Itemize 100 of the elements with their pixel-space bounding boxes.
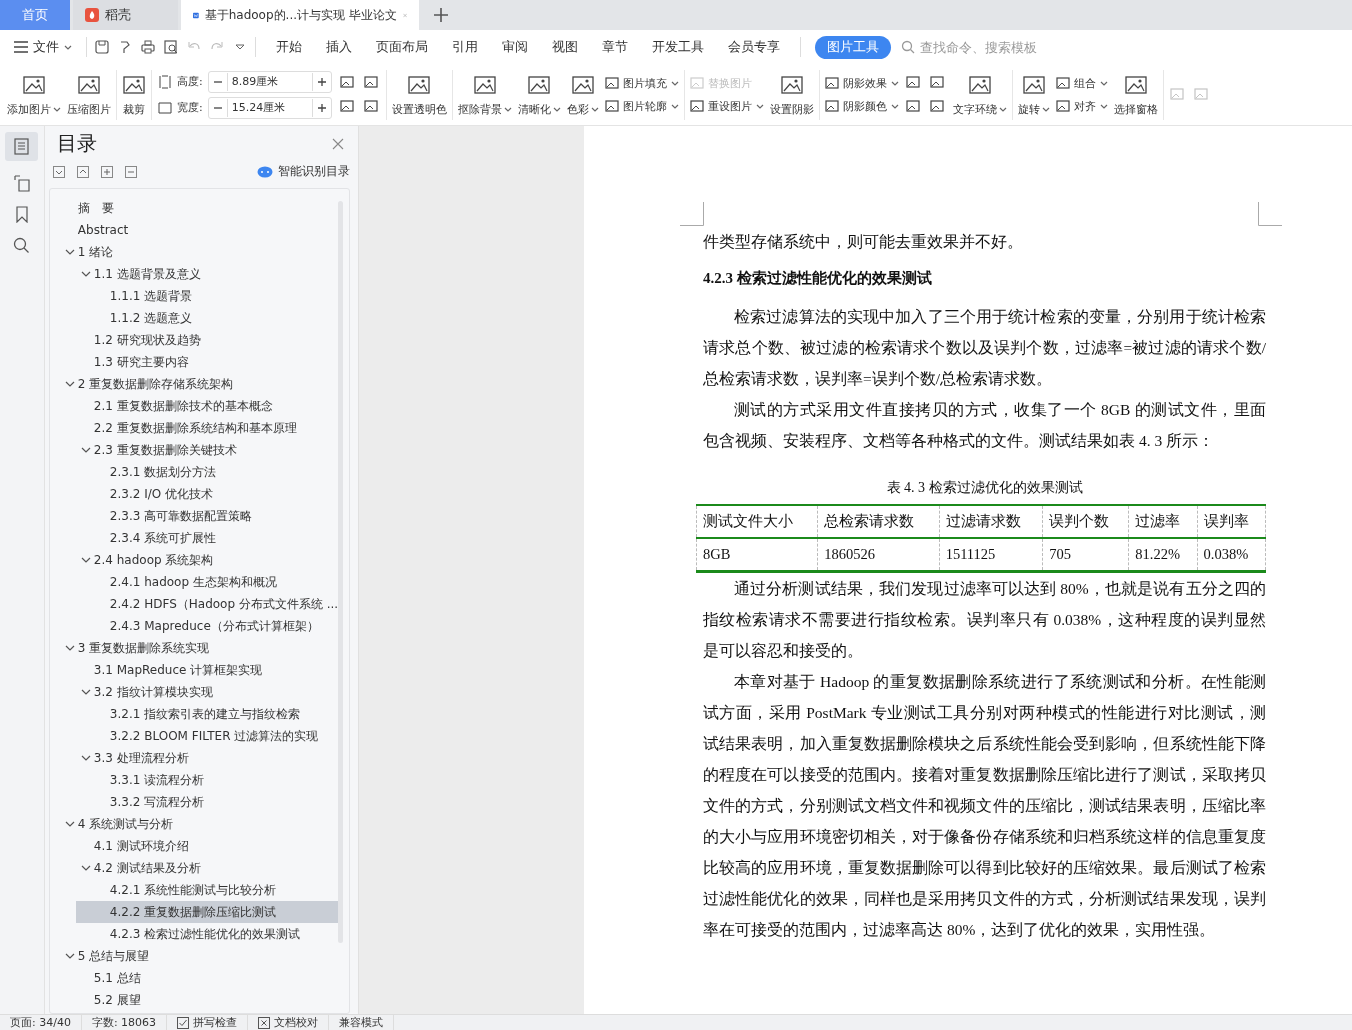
toc-item[interactable]: 1.3 研究主要内容 — [49, 351, 339, 373]
ribbon-tab[interactable]: 会员专享 — [716, 35, 792, 59]
picture-icon[interactable] — [363, 74, 380, 91]
toc-item[interactable]: 3.3.1 读流程分析 — [49, 769, 339, 791]
toc-item[interactable]: 3.2 指纹计算模块实现 — [49, 681, 339, 703]
toc-item[interactable]: 4.2.2 重复数据删除压缩比测试 — [75, 901, 339, 923]
chevron-down-icon[interactable] — [80, 556, 91, 564]
ribbon-tab[interactable]: 引用 — [440, 35, 490, 59]
toc-item[interactable]: 3.2.1 指纹索引表的建立与指纹检索 — [49, 703, 339, 725]
toc-item[interactable]: 2.4.3 Mapreduce（分布式计算框架） — [49, 615, 339, 637]
ribbon-tab[interactable]: 插入 — [314, 35, 364, 59]
ribbon-tab[interactable]: 图片工具 — [815, 35, 891, 59]
chevron-down-icon[interactable] — [80, 754, 91, 762]
toc-item[interactable]: 1.2 研究现状及趋势 — [49, 329, 339, 351]
toc-item[interactable]: 2.4 hadoop 系统架构 — [49, 549, 339, 571]
chevron-down-icon[interactable] — [80, 688, 91, 696]
ribbon-button[interactable]: 设置阴影 — [766, 72, 817, 117]
status-toggle[interactable]: 拼写检查 — [177, 1015, 249, 1030]
toc-item[interactable]: 3.2.2 BLOOM FILTER 过滤算法的实现 — [49, 725, 339, 747]
picture-icon[interactable] — [929, 98, 946, 115]
ribbon-button[interactable]: 抠除背景 — [454, 72, 515, 117]
toc-item[interactable]: 2 重复数据删除存储系统架构 — [49, 373, 339, 395]
picture-icon[interactable] — [929, 74, 946, 91]
structure-icon[interactable] — [13, 175, 30, 192]
plus-icon[interactable] — [100, 165, 113, 178]
chevron-down-icon[interactable] — [64, 380, 75, 388]
toc-item[interactable]: 2.3.2 I/O 优化技术 — [49, 483, 339, 505]
ribbon-button[interactable]: 设置透明色 — [388, 72, 450, 117]
toc-item[interactable]: 5.1 总结 — [49, 967, 339, 989]
toc-item[interactable]: 1.1.2 选题意义 — [49, 307, 339, 329]
toc-item[interactable]: 4.2 测试结果及分析 — [49, 857, 339, 879]
smart-toc-button[interactable]: 智能识别目录 — [256, 163, 350, 180]
ribbon-tab[interactable]: 视图 — [540, 35, 590, 59]
save-icon[interactable] — [95, 40, 109, 54]
chevron-down-icon[interactable] — [80, 446, 91, 454]
chevron-down-icon[interactable] — [64, 952, 75, 960]
ribbon-tab[interactable]: 开发工具 — [640, 35, 716, 59]
ribbon-button[interactable]: 图片轮廓 — [604, 98, 679, 114]
search-icon[interactable] — [13, 237, 31, 254]
picture-icon[interactable] — [339, 74, 356, 91]
toc-item[interactable]: 3.3 处理流程分析 — [49, 747, 339, 769]
scrollbar[interactable] — [338, 201, 343, 943]
file-menu[interactable]: 文件 — [14, 38, 78, 56]
ribbon-button[interactable]: 文字环绕 — [949, 72, 1010, 117]
picture-icon[interactable] — [339, 98, 356, 115]
toc-item[interactable]: 2.4.1 hadoop 生态架构和概况 — [49, 571, 339, 593]
toc-item[interactable]: 4.2.1 系统性能测试与比较分析 — [49, 879, 339, 901]
toc-item[interactable]: 3 重复数据删除系统实现 — [49, 637, 339, 659]
ribbon-button[interactable]: 重设图片 — [689, 98, 764, 114]
printer-icon[interactable] — [141, 40, 155, 54]
toc-item[interactable]: 3.1 MapReduce 计算框架实现 — [49, 659, 339, 681]
toc-item[interactable]: 5 总结与展望 — [49, 945, 339, 967]
toc-item[interactable]: 2.3.3 高可靠数据配置策略 — [49, 505, 339, 527]
ribbon-button[interactable]: 阴影颜色 — [824, 98, 899, 114]
toc-item[interactable]: 1 绪论 — [49, 241, 339, 263]
ribbon-button[interactable]: 压缩图片 — [64, 72, 114, 117]
toc-item[interactable]: 2.2 重复数据删除系统结构和基本原理 — [49, 417, 339, 439]
toc-item[interactable]: 2.1 重复数据删除技术的基本概念 — [49, 395, 339, 417]
ribbon-button[interactable]: 色彩 — [563, 72, 602, 117]
ribbon-button[interactable]: 清晰化 — [514, 72, 564, 117]
ribbon-button[interactable]: 图片填充 — [604, 75, 679, 91]
preview-icon[interactable] — [164, 40, 178, 54]
toc-item[interactable]: 2.3 重复数据删除关键技术 — [49, 439, 339, 461]
ribbon-button[interactable]: 添加图片 — [4, 72, 64, 117]
toc-item[interactable]: 4 系统测试与分析 — [49, 813, 339, 835]
toc-item[interactable]: 5.2 展望 — [49, 989, 339, 1011]
status-toggle[interactable]: 文档校对 — [258, 1015, 330, 1030]
picture-icon[interactable] — [905, 98, 922, 115]
chevron-down-icon[interactable] — [64, 248, 75, 256]
ribbon-button[interactable]: 裁剪 — [119, 72, 149, 117]
picture-icon[interactable] — [363, 98, 380, 115]
outline-icon[interactable] — [5, 132, 39, 161]
expand-icon[interactable] — [52, 165, 65, 178]
chevron-down-icon[interactable] — [64, 820, 75, 828]
chevron-down-icon[interactable] — [64, 644, 75, 652]
ribbon-tab[interactable]: 开始 — [264, 35, 314, 59]
toc-item[interactable]: 1.1.1 选题背景 — [49, 285, 339, 307]
size-field[interactable]: 15.24厘米 — [207, 96, 332, 119]
toc-item[interactable]: 3.3.2 写流程分析 — [49, 791, 339, 813]
close-icon[interactable] — [331, 137, 344, 150]
picture-icon[interactable] — [905, 74, 922, 91]
toc-item[interactable]: 4.1 测试环境介绍 — [49, 835, 339, 857]
tab[interactable]: 稻壳 — [73, 0, 178, 30]
collapse-icon[interactable] — [76, 165, 89, 178]
plus-icon[interactable] — [434, 8, 448, 22]
ribbon-button[interactable]: 对齐 — [1055, 98, 1108, 114]
ribbon-button[interactable]: 旋转 — [1014, 72, 1053, 117]
size-field[interactable]: 8.89厘米 — [207, 70, 332, 93]
toc-item[interactable]: 2.3.1 数据划分方法 — [49, 461, 339, 483]
toc-item[interactable]: 2.4.2 HDFS（Hadoop 分布式文件系统 ... — [49, 593, 339, 615]
ribbon-tab[interactable]: 页面布局 — [364, 35, 440, 59]
ribbon-button[interactable]: 阴影效果 — [824, 75, 899, 91]
minus-icon[interactable] — [124, 165, 137, 178]
ribbon-tab[interactable]: 审阅 — [490, 35, 540, 59]
toc-item[interactable]: Abstract — [49, 219, 339, 241]
toc-item[interactable]: 4.2.3 检索过滤性能优化的效果测试 — [49, 923, 339, 945]
toc-item[interactable]: 2.3.4 系统可扩展性 — [49, 527, 339, 549]
tab[interactable]: 基于hadoop的...计与实现 毕业论文 — [181, 0, 419, 30]
chevron-down-icon[interactable] — [80, 270, 91, 278]
ribbon-tab[interactable]: 章节 — [590, 35, 640, 59]
